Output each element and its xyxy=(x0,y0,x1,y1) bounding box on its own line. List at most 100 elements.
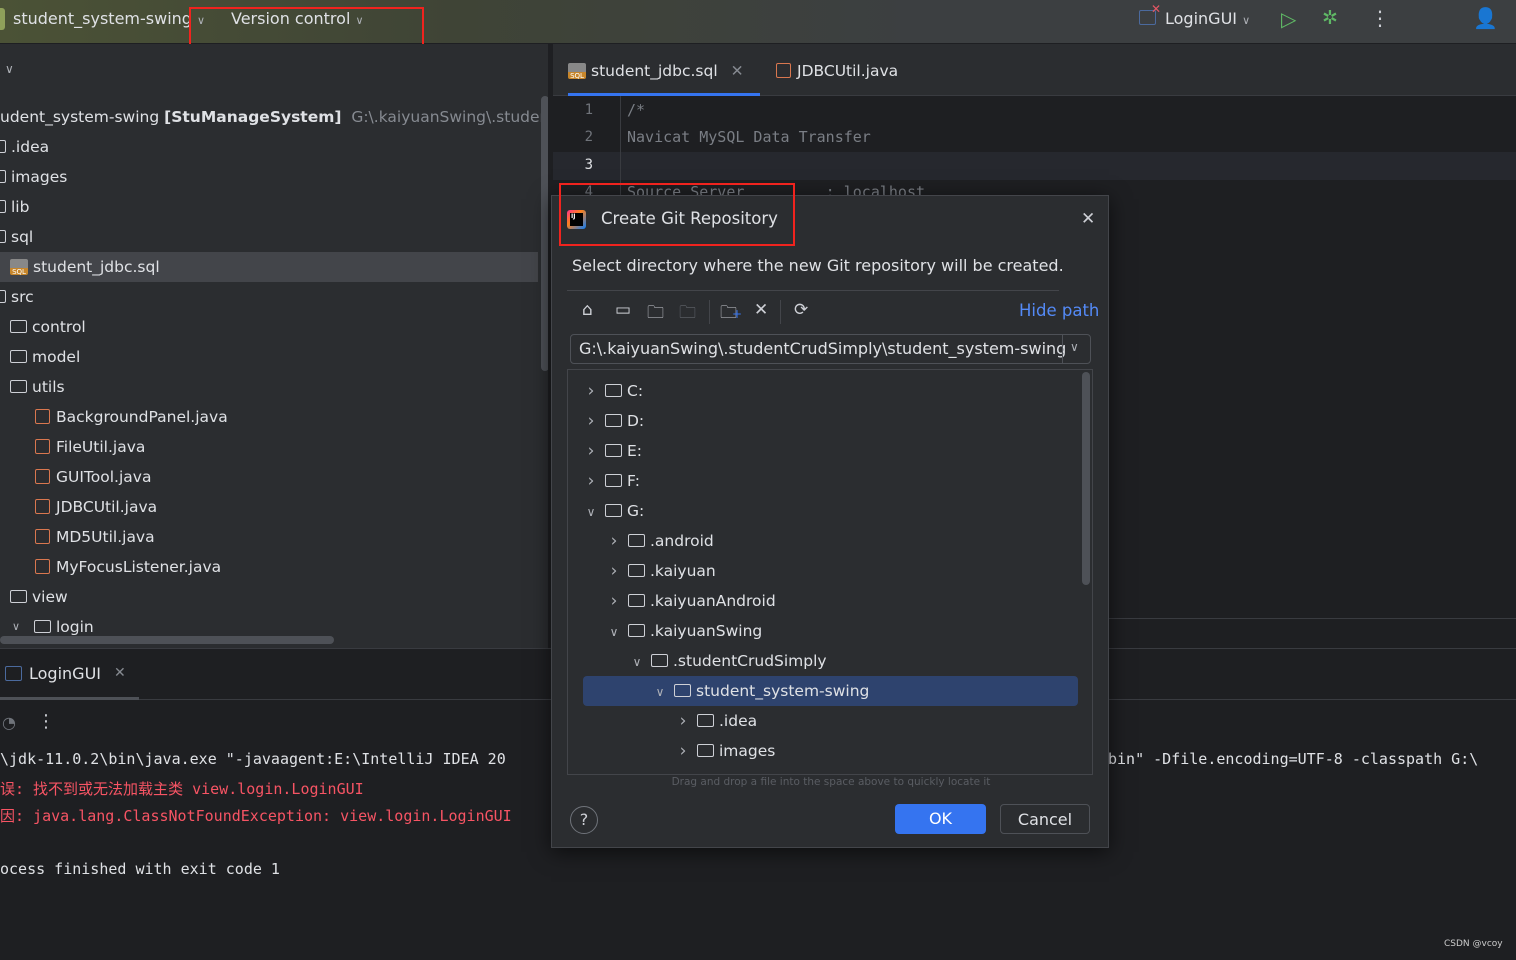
directory-tree-item[interactable]: ∨ .studentCrudSimply xyxy=(629,646,827,676)
directory-tree-item[interactable]: ∨ G: xyxy=(583,496,645,527)
project-tree-item[interactable]: .idea xyxy=(0,132,49,162)
close-tab-icon[interactable]: ✕ xyxy=(114,665,126,681)
chevron-right-icon[interactable]: › xyxy=(606,586,622,616)
chevron-right-icon[interactable]: › xyxy=(583,466,599,496)
refresh-icon[interactable]: ⟳ xyxy=(794,300,808,320)
directory-tree[interactable]: › C: › D: › E: › F: ∨ G: › .android › .kaiyuan › .kaiyu… xyxy=(567,369,1093,775)
hide-path-link[interactable]: Hide path xyxy=(1019,301,1099,320)
directory-tree-item[interactable]: › E: xyxy=(583,436,642,466)
chevron-right-icon[interactable]: › xyxy=(675,706,691,736)
chevron-down-icon[interactable]: ∨ xyxy=(629,647,645,677)
directory-tree-item[interactable]: › .idea xyxy=(675,706,758,736)
directory-label: .idea xyxy=(719,712,758,730)
path-input[interactable]: G:\.kaiyuanSwing\.studentCrudSimply\stud… xyxy=(579,339,1066,358)
java-file-icon xyxy=(35,469,50,484)
directory-tree-item[interactable]: › .kaiyuan xyxy=(606,556,716,586)
folder-icon xyxy=(10,350,27,363)
run-config-label: LoginGUI xyxy=(1165,9,1237,28)
project-tree-item[interactable]: JDBCUtil.java xyxy=(0,492,157,522)
project-tree-item[interactable]: control xyxy=(0,312,86,342)
project-tree-item[interactable]: GUITool.java xyxy=(0,462,151,492)
project-root[interactable]: udent_system-swing [StuManageSystem] G:\… xyxy=(0,102,548,132)
folder-icon xyxy=(628,534,645,547)
close-tab-icon[interactable]: ✕ xyxy=(731,62,744,80)
chevron-right-icon[interactable]: › xyxy=(583,376,599,406)
more-options-icon[interactable]: ⋮ xyxy=(1370,6,1390,30)
gutter-divider xyxy=(620,96,621,196)
chevron-right-icon[interactable]: › xyxy=(583,406,599,436)
speedometer-icon[interactable]: ◔ xyxy=(2,713,16,732)
project-tree-item[interactable]: BackgroundPanel.java xyxy=(0,402,228,432)
folder-icon xyxy=(605,414,622,427)
new-folder-icon[interactable]: 🗀+ xyxy=(720,300,742,329)
path-combobox[interactable]: G:\.kaiyuanSwing\.studentCrudSimply\stud… xyxy=(570,334,1091,364)
chevron-down-icon[interactable]: ∨ xyxy=(606,617,622,647)
project-name: student_system-swing xyxy=(13,9,192,28)
directory-tree-item[interactable]: › images xyxy=(675,736,776,766)
java-file-icon xyxy=(35,439,50,454)
desktop-icon[interactable]: ▭ xyxy=(615,300,631,320)
folder-icon xyxy=(697,714,714,727)
project-folder-icon[interactable]: 🗀 xyxy=(647,300,664,329)
chevron-right-icon[interactable]: › xyxy=(583,436,599,466)
add-user-icon[interactable]: 👤 xyxy=(1473,6,1498,30)
project-tree-item[interactable]: model xyxy=(0,342,80,372)
item-label: MyFocusListener.java xyxy=(56,558,222,576)
item-label: .idea xyxy=(11,138,50,156)
chevron-right-icon[interactable]: › xyxy=(675,736,691,766)
directory-tree-item[interactable]: › .android xyxy=(606,526,714,556)
debug-bug-icon[interactable]: ✲ xyxy=(1322,7,1338,29)
cancel-button[interactable]: Cancel xyxy=(1000,804,1090,834)
project-tree-item[interactable]: MD5Util.java xyxy=(0,522,155,552)
home-icon[interactable]: ⌂ xyxy=(582,300,593,320)
directory-tree-item[interactable]: › D: xyxy=(583,406,645,436)
line-number: 3 xyxy=(584,157,593,173)
directory-tree-item[interactable]: ∨ .kaiyuanSwing xyxy=(606,616,763,647)
folder-icon xyxy=(0,290,6,303)
directory-tree-item[interactable]: › C: xyxy=(583,376,643,406)
horizontal-scrollbar[interactable] xyxy=(0,636,334,644)
vertical-scrollbar[interactable] xyxy=(541,96,548,371)
more-options-icon[interactable]: ⋮ xyxy=(37,711,55,732)
folder-icon xyxy=(605,474,622,487)
project-tree-item[interactable]: utils xyxy=(0,372,65,402)
chevron-right-icon[interactable]: › xyxy=(606,526,622,556)
directory-tree-item[interactable]: › .kaiyuanAndroid xyxy=(606,586,776,616)
project-selector[interactable]: student_system-swing ∨ xyxy=(13,9,205,28)
chevron-down-icon[interactable]: ∨ xyxy=(583,497,599,527)
project-tree-item[interactable]: src xyxy=(0,282,34,312)
tab-student-jdbc-sql[interactable]: SQL student_jdbc.sql ✕ xyxy=(568,44,760,96)
chevron-down-icon[interactable]: ∨ xyxy=(5,62,14,76)
folder-icon xyxy=(605,444,622,457)
item-label: login xyxy=(56,618,94,636)
folder-icon xyxy=(0,200,6,213)
tab-jdbcutil-java[interactable]: JDBCUtil.java xyxy=(776,44,898,96)
run-tab-label[interactable]: LoginGUI xyxy=(29,664,101,683)
project-tree-item[interactable]: view xyxy=(0,582,68,612)
directory-tree-item[interactable]: › F: xyxy=(583,466,640,496)
project-tree-item[interactable]: lib xyxy=(0,192,29,222)
directory-tree-item[interactable]: ∨ student_system-swing xyxy=(583,676,1078,706)
sql-file-icon: SQL xyxy=(10,259,28,276)
folder-icon xyxy=(628,594,645,607)
delete-icon[interactable]: ✕ xyxy=(754,300,768,320)
chevron-down-icon[interactable]: ∨ xyxy=(1070,340,1079,354)
help-button[interactable]: ? xyxy=(570,806,598,834)
item-label: src xyxy=(11,288,34,306)
folder-icon xyxy=(10,590,27,603)
project-tree-item[interactable]: images xyxy=(0,162,67,192)
run-icon[interactable]: ▷ xyxy=(1281,7,1296,31)
project-tree-item[interactable]: FileUtil.java xyxy=(0,432,145,462)
project-tree-item[interactable]: SQL student_jdbc.sql xyxy=(0,252,538,282)
chevron-down-icon[interactable]: ∨ xyxy=(652,677,668,707)
project-tree-item[interactable]: sql xyxy=(0,222,33,252)
run-config-selector[interactable]: LoginGUI ∨ xyxy=(1165,9,1250,28)
folder-icon xyxy=(10,380,27,393)
project-tree-item[interactable]: MyFocusListener.java xyxy=(0,552,221,582)
folder-icon xyxy=(0,140,6,153)
ok-button[interactable]: OK xyxy=(895,804,986,834)
chevron-right-icon[interactable]: › xyxy=(606,556,622,586)
tree-scrollbar[interactable] xyxy=(1082,372,1090,585)
create-git-repository-dialog: IJ Create Git Repository ✕ Select direct… xyxy=(551,195,1109,848)
close-icon[interactable]: ✕ xyxy=(1081,209,1095,229)
